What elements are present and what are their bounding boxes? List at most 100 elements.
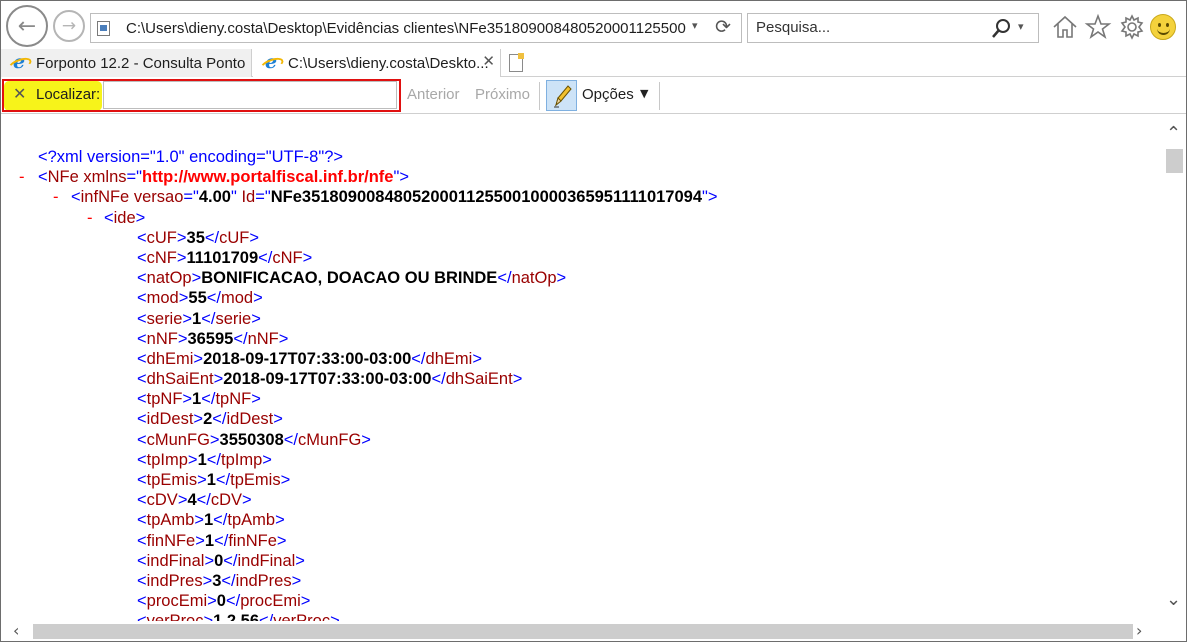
find-previous-button[interactable]: Anterior <box>407 86 460 103</box>
refresh-icon[interactable]: ⟳ <box>715 16 731 38</box>
xml-text-value: 1 <box>192 390 202 409</box>
scroll-down-icon[interactable]: ⌄ <box>1166 589 1181 610</box>
xml-tag: idDest <box>226 410 274 429</box>
search-chevron-down-icon[interactable]: ▾ <box>1018 20 1024 33</box>
back-button[interactable]: ← <box>6 5 48 47</box>
xml-bracket: < <box>137 511 147 530</box>
scroll-left-icon[interactable]: ‹ <box>13 621 19 640</box>
xml-bracket: </ <box>201 309 216 328</box>
xml-element-line: <tpImp>1</tpImp> <box>1 450 1161 470</box>
xml-bracket: > <box>512 370 523 389</box>
address-bar[interactable]: C:\Users\dieny.costa\Desktop\Evidências … <box>90 13 742 43</box>
options-menu[interactable]: Opções <box>582 86 634 103</box>
search-box[interactable]: ▾ <box>747 13 1039 43</box>
xml-element-line: <cDV>4</cDV> <box>1 490 1161 510</box>
collapse-toggle[interactable]: - <box>87 208 93 228</box>
xml-bracket: </ <box>258 248 273 267</box>
xml-bracket: </ <box>213 511 228 530</box>
xml-tag: tpImp <box>146 450 188 469</box>
xml-tag: verProc <box>147 612 204 621</box>
find-input[interactable] <box>103 81 397 109</box>
xml-viewer: <?xml version="1.0" encoding="UTF-8"?> -… <box>1 115 1164 621</box>
divider <box>659 82 660 110</box>
xml-bracket: < <box>137 289 147 308</box>
xml-bracket: < <box>137 329 147 348</box>
xml-bracket: </ <box>215 471 231 489</box>
xml-text-value: 1 <box>192 309 202 328</box>
xml-bracket: > <box>204 551 215 570</box>
xml-tag: procEmi <box>146 592 208 611</box>
tab-xml-file[interactable]: e C:\Users\dieny.costa\Deskto... ✕ <box>253 49 501 77</box>
xml-bracket: </ <box>206 289 221 308</box>
xml-bracket: > <box>182 309 193 328</box>
xml-text-value: 0 <box>216 592 226 611</box>
star-icon[interactable] <box>1084 13 1112 41</box>
xml-bracket: </ <box>223 551 238 570</box>
xml-bracket: </ <box>214 531 229 550</box>
smiley-icon[interactable] <box>1150 14 1176 40</box>
xml-tag: verProc <box>273 612 330 621</box>
xml-element-line: <verProc>1.2.56</verProc> <box>1 611 1161 621</box>
collapse-toggle[interactable]: - <box>19 167 25 187</box>
xml-bracket: </ <box>497 269 512 288</box>
xml-bracket: </ <box>212 410 227 429</box>
xml-element-line: <cUF>35</cUF> <box>1 228 1161 248</box>
options-chevron-down-icon[interactable]: ▼ <box>640 87 648 100</box>
scroll-thumb[interactable] <box>1166 149 1183 173</box>
xml-bracket: > <box>195 531 205 550</box>
search-icon[interactable] <box>990 18 1012 40</box>
highlight-all-button[interactable] <box>546 80 577 111</box>
scroll-up-icon[interactable]: ⌃ <box>1166 123 1181 144</box>
xml-element-line: <natOp>BONIFICACAO, DOACAO OU BRINDE</na… <box>1 268 1161 288</box>
xml-tag: indFinal <box>237 551 296 570</box>
xml-attr-name: xmlns <box>83 168 127 187</box>
horizontal-scrollbar[interactable]: ‹ › <box>1 621 1186 641</box>
find-next-button[interactable]: Próximo <box>475 86 530 103</box>
xml-bracket: > <box>187 450 198 469</box>
xml-tag: natOp <box>511 269 557 288</box>
xml-tag: nNF <box>146 329 178 348</box>
chevron-down-icon[interactable]: ▾ <box>692 19 698 32</box>
xml-bracket: > <box>275 511 285 530</box>
vertical-scrollbar[interactable]: ⌃ ⌄ <box>1164 115 1186 621</box>
scroll-right-icon[interactable]: › <box>1136 621 1142 640</box>
xml-bracket: > <box>262 450 272 469</box>
xml-element-line: <serie>1</serie> <box>1 309 1161 329</box>
xml-element-line: <idDest>2</idDest> <box>1 409 1161 429</box>
tab-forponto[interactable]: e Forponto 12.2 - Consulta Ponto <box>1 49 252 77</box>
home-icon[interactable] <box>1051 13 1079 41</box>
close-tab-icon[interactable]: ✕ <box>482 52 495 70</box>
xml-text-value: BONIFICACAO, DOACAO OU BRINDE <box>201 269 498 288</box>
address-row: ← → C:\Users\dieny.costa\Desktop\Evidênc… <box>1 1 1186 49</box>
divider <box>539 82 540 110</box>
url-text[interactable]: C:\Users\dieny.costa\Desktop\Evidências … <box>126 20 686 37</box>
xml-bracket: < <box>137 410 147 429</box>
browser-window: ← → C:\Users\dieny.costa\Desktop\Evidênc… <box>0 0 1187 642</box>
xml-tag: dhEmi <box>146 349 194 368</box>
xml-tag: finNFe <box>228 531 277 550</box>
xml-element-line: <mod>55</mod> <box>1 288 1161 308</box>
tab-label: C:\Users\dieny.costa\Deskto... <box>288 54 489 72</box>
xml-bracket: > <box>193 410 204 429</box>
xml-tag: nNF <box>247 329 279 348</box>
horizontal-scroll-thumb[interactable] <box>33 624 1133 639</box>
forward-button[interactable]: → <box>53 10 85 42</box>
xml-bracket: > <box>194 511 204 530</box>
xml-tag: cUF <box>219 228 250 247</box>
search-input[interactable] <box>756 19 976 36</box>
xml-bracket: < <box>137 571 147 590</box>
new-tab-button[interactable] <box>505 53 529 73</box>
collapse-toggle[interactable]: - <box>53 187 59 207</box>
xml-bracket: > <box>177 329 188 348</box>
xml-bracket: </ <box>283 430 299 449</box>
gear-icon[interactable] <box>1118 13 1146 41</box>
xml-bracket: < <box>137 430 147 449</box>
xml-bracket: < <box>137 228 147 247</box>
xml-text-value: 4 <box>187 491 197 510</box>
xml-element-list: <cUF>35</cUF> <cNF>11101709</cNF> <natOp>B… <box>1 228 1161 621</box>
xml-declaration-line: <?xml version="1.0" encoding="UTF-8"?> <box>1 147 1161 167</box>
xml-bracket: > <box>242 491 252 510</box>
xml-text-value: 35 <box>186 228 205 247</box>
xml-bracket: > <box>278 329 289 348</box>
xml-declaration: <?xml version="1.0" encoding="UTF-8"?> <box>38 148 344 166</box>
